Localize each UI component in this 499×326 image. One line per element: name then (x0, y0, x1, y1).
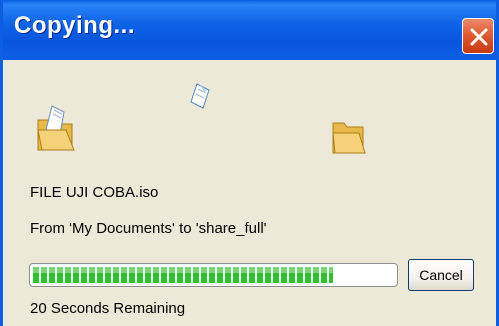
cancel-button[interactable]: Cancel (408, 259, 474, 291)
copy-dialog: Copying... FILE UJI COBA.iso From 'My Do… (0, 0, 499, 326)
progress-fill (33, 267, 333, 283)
folder-icon (332, 122, 366, 154)
time-remaining-label: 20 Seconds Remaining (30, 300, 186, 317)
folder-with-document-icon (37, 105, 75, 151)
file-name-label: FILE UJI COBA.iso (30, 184, 159, 201)
close-button[interactable] (462, 18, 494, 54)
close-x-icon (470, 28, 488, 46)
window-title: Copying... (14, 12, 135, 39)
source-destination-label: From 'My Documents' to 'share_full' (30, 220, 267, 237)
copy-progress-bar (29, 263, 398, 287)
title-bar[interactable]: Copying... (3, 0, 496, 60)
dialog-body: FILE UJI COBA.iso From 'My Documents' to… (3, 60, 496, 326)
document-icon (190, 83, 210, 109)
